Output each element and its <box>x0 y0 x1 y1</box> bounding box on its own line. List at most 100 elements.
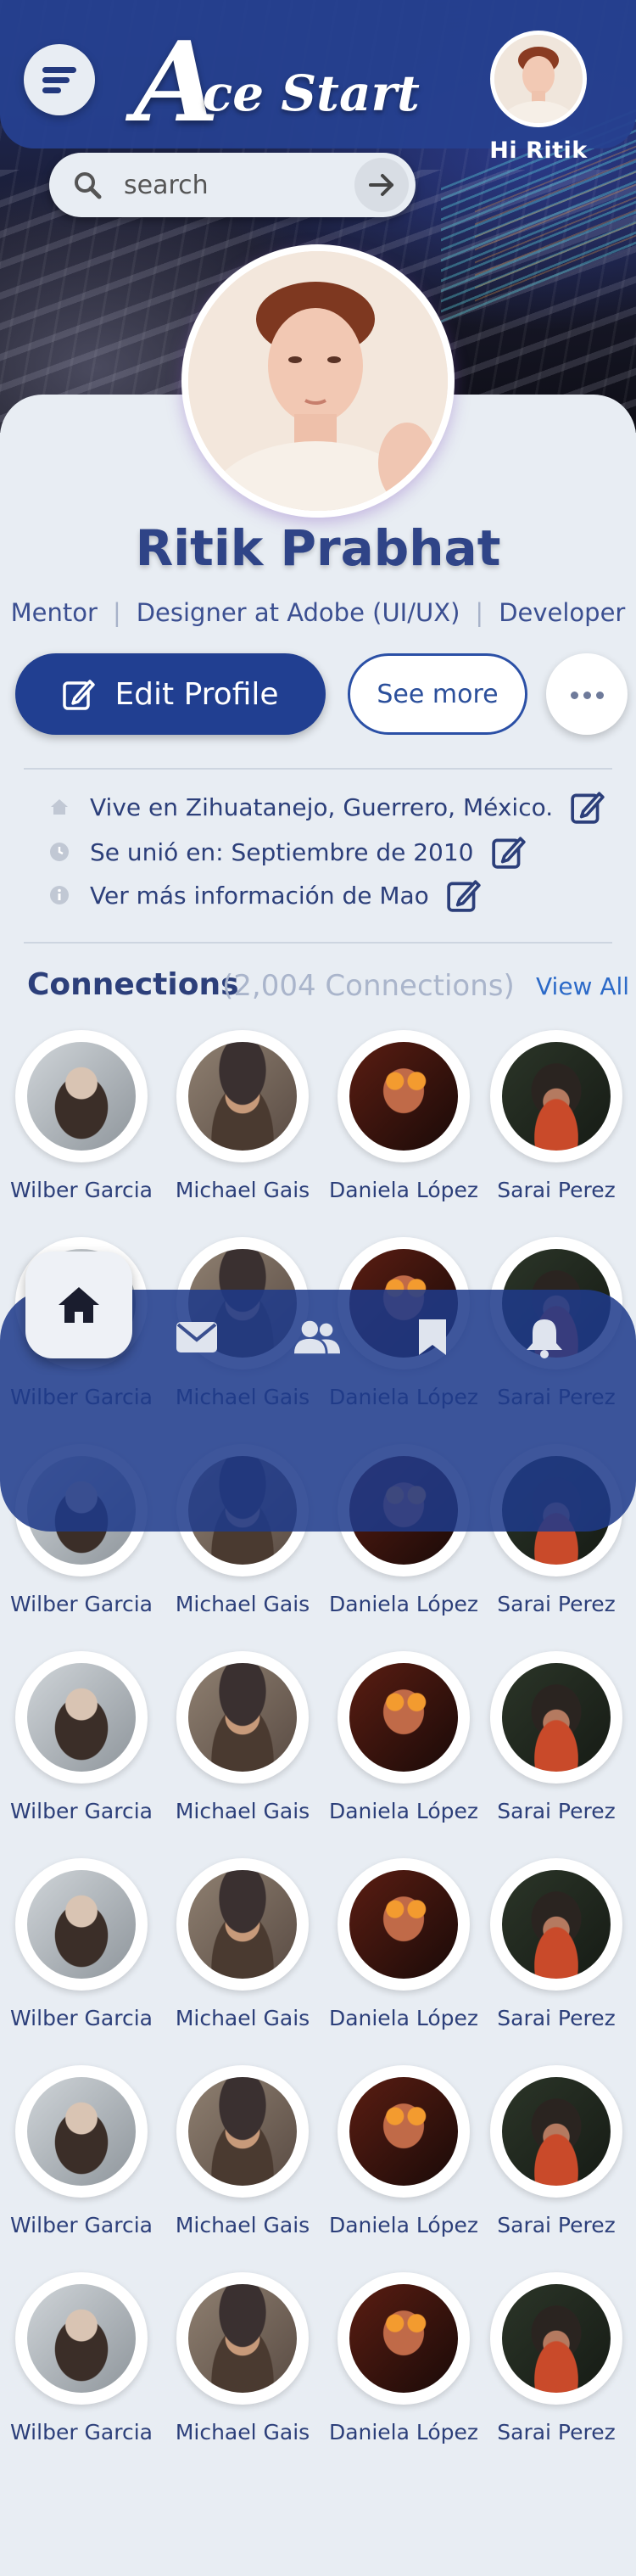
connection-name: Daniela López <box>328 1799 479 1823</box>
connection-card[interactable]: Sarai Perez <box>475 1646 633 1853</box>
connection-card[interactable]: Daniela López <box>322 1646 480 1853</box>
connection-name: Sarai Perez <box>497 1592 616 1616</box>
connection-card[interactable]: Michael Gais <box>161 2267 319 2474</box>
edit-profile-button[interactable]: Edit Profile <box>15 653 326 735</box>
profile-avatar[interactable] <box>181 244 455 518</box>
connection-avatar <box>338 1858 470 1991</box>
user-greeting: Hi Ritik <box>489 137 588 164</box>
connection-card[interactable]: Wilber Garcia <box>0 1646 158 1853</box>
search-input[interactable] <box>124 165 378 205</box>
bell-icon <box>527 1319 562 1358</box>
connection-name: Michael Gais <box>175 2420 310 2444</box>
connection-photo <box>188 1870 297 1979</box>
role-separator: | <box>475 598 484 627</box>
connection-card[interactable]: Daniela López <box>322 1853 480 2060</box>
connection-photo <box>502 1870 611 1979</box>
connection-card[interactable]: Michael Gais <box>161 2060 319 2267</box>
connection-name: Michael Gais <box>175 1178 310 1202</box>
connection-avatar <box>490 1030 622 1162</box>
view-all-link[interactable]: View All <box>536 972 629 1000</box>
connection-name: Sarai Perez <box>497 2213 616 2237</box>
connection-avatar <box>490 1651 622 1784</box>
connection-card[interactable]: Sarai Perez <box>475 1025 633 1232</box>
edit-icon[interactable] <box>570 789 605 825</box>
connection-name: Wilber Garcia <box>10 2006 153 2030</box>
connection-card[interactable]: Daniela López <box>322 2267 480 2474</box>
menu-button[interactable] <box>24 44 95 115</box>
logo-text: ce Start <box>202 64 420 122</box>
connection-photo <box>27 1663 136 1772</box>
connection-photo <box>349 2284 458 2393</box>
connection-card[interactable]: Sarai Perez <box>475 2060 633 2267</box>
connection-photo <box>502 1663 611 1772</box>
connection-name: Sarai Perez <box>497 2420 616 2444</box>
app-logo[interactable]: A ce Start <box>134 19 420 137</box>
role-item: Mentor <box>10 598 98 627</box>
bookmark-icon <box>419 1319 446 1355</box>
mail-icon <box>176 1322 217 1352</box>
connection-name: Michael Gais <box>175 2006 310 2030</box>
see-more-button[interactable]: See more <box>348 653 527 735</box>
connection-name: Michael Gais <box>175 1799 310 1823</box>
connection-photo <box>502 1042 611 1151</box>
connection-photo <box>502 2284 611 2393</box>
connection-name: Daniela López <box>328 1592 479 1616</box>
connection-card[interactable]: Daniela López <box>322 1025 480 1232</box>
users-icon <box>293 1320 341 1354</box>
connection-name: Daniela López <box>328 1178 479 1202</box>
connection-card[interactable]: Wilber Garcia <box>0 2060 158 2267</box>
connection-name: Sarai Perez <box>497 1178 616 1202</box>
connection-avatar <box>490 2272 622 2405</box>
connection-photo <box>188 2284 297 2393</box>
connection-card[interactable]: Daniela López <box>322 2060 480 2267</box>
connection-photo <box>27 2284 136 2393</box>
nav-notifications-button[interactable] <box>521 1313 568 1361</box>
connection-name: Daniela López <box>328 2006 479 2030</box>
divider <box>24 768 612 770</box>
connection-card[interactable]: Sarai Perez <box>475 2267 633 2474</box>
role-item: Developer <box>499 598 626 627</box>
see-more-label: See more <box>377 679 499 709</box>
nav-home-button[interactable] <box>25 1252 132 1358</box>
search-icon <box>75 172 102 199</box>
connection-card[interactable]: Michael Gais <box>161 1025 319 1232</box>
nav-mail-button[interactable] <box>173 1313 220 1361</box>
info-text: Ver más información de Mao <box>90 881 429 910</box>
connection-photo <box>188 1042 297 1151</box>
connection-name: Wilber Garcia <box>10 1799 153 1823</box>
connection-photo <box>188 2077 297 2186</box>
nav-friends-button[interactable] <box>293 1313 341 1361</box>
info-row-more[interactable]: Ver más información de Mao <box>49 876 482 914</box>
connection-card[interactable]: Wilber Garcia <box>0 1853 158 2060</box>
current-user-avatar[interactable] <box>490 31 587 127</box>
search-submit-button[interactable] <box>354 158 409 212</box>
connection-card[interactable]: Wilber Garcia <box>0 2267 158 2474</box>
home-icon <box>51 799 68 815</box>
connection-card[interactable]: Michael Gais <box>161 1853 319 2060</box>
connection-avatar <box>338 1651 470 1784</box>
info-text: Vive en Zihuatanejo, Guerrero, México. <box>90 792 554 821</box>
connection-name: Michael Gais <box>175 2213 310 2237</box>
connection-card[interactable]: Wilber Garcia <box>0 1025 158 1232</box>
connection-avatar <box>176 1030 309 1162</box>
connection-avatar <box>15 1858 148 1991</box>
more-options-button[interactable] <box>546 653 628 735</box>
connection-card[interactable]: Sarai Perez <box>475 1853 633 2060</box>
connection-photo <box>27 1870 136 1979</box>
info-row-joined: Se unió en: Septiembre de 2010 <box>49 833 527 871</box>
connection-name: Daniela López <box>328 2213 479 2237</box>
info-row-location: Vive en Zihuatanejo, Guerrero, México. <box>49 788 605 826</box>
connection-avatar <box>15 2065 148 2198</box>
role-item: Designer at Adobe (UI/UX) <box>136 598 460 627</box>
connection-name: Sarai Perez <box>497 2006 616 2030</box>
info-text: Se unió en: Septiembre de 2010 <box>90 837 474 866</box>
edit-icon[interactable] <box>491 834 527 870</box>
nav-bookmark-button[interactable] <box>409 1313 456 1361</box>
connection-avatar <box>338 1030 470 1162</box>
connection-avatar <box>15 1030 148 1162</box>
connection-card[interactable]: Michael Gais <box>161 1646 319 1853</box>
clock-icon <box>50 843 69 861</box>
profile-name: Ritik Prabhat <box>135 519 501 577</box>
edit-icon[interactable] <box>446 877 482 913</box>
search-bar <box>49 153 416 217</box>
